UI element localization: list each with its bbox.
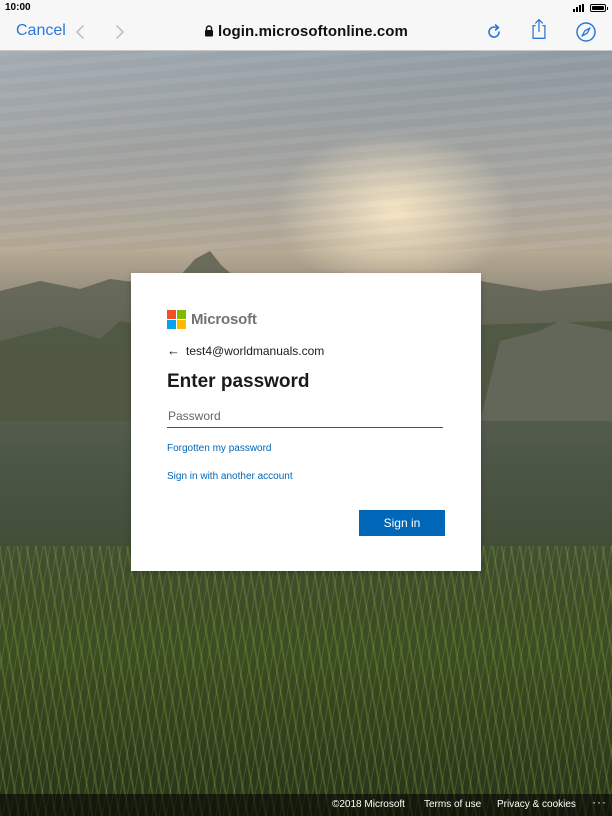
microsoft-logo: Microsoft	[167, 309, 445, 329]
forgot-password-link[interactable]: Forgotten my password	[167, 443, 445, 454]
page-title: Enter password	[167, 371, 310, 392]
signin-card: Microsoft ← test4@worldmanuals.com Enter…	[131, 273, 481, 571]
logo-square-green	[177, 309, 186, 319]
other-account-link[interactable]: Sign in with another account	[167, 471, 445, 482]
privacy-link[interactable]: Privacy & cookies	[497, 799, 576, 810]
grass-foreground	[0, 546, 612, 816]
address-bar[interactable]: login.microsoftonline.com	[0, 23, 612, 40]
account-email: test4@worldmanuals.com	[186, 343, 325, 358]
lock-icon	[204, 25, 213, 37]
compass-icon[interactable]	[575, 21, 597, 43]
battery-icon	[590, 4, 608, 12]
logo-square-blue	[167, 319, 176, 329]
account-identity: ← test4@worldmanuals.com	[167, 343, 445, 358]
logo-square-yellow	[177, 319, 186, 329]
password-input[interactable]	[167, 404, 443, 428]
sign-in-button[interactable]: Sign in	[359, 510, 445, 536]
footer: ©2018 Microsoft Terms of use Privacy & c…	[0, 794, 612, 816]
status-bar: 10:00	[0, 0, 612, 16]
reload-icon[interactable]	[483, 21, 505, 43]
signal-strength-icon	[573, 4, 584, 12]
microsoft-wordmark: Microsoft	[191, 310, 257, 328]
browser-toolbar: Cancel login.microsoftonline.com	[0, 16, 612, 51]
microsoft-logo-icon	[167, 309, 186, 329]
terms-link[interactable]: Terms of use	[424, 799, 481, 810]
copyright-text: ©2018 Microsoft	[332, 799, 405, 810]
logo-square-red	[167, 309, 176, 319]
status-time: 10:00	[5, 2, 31, 13]
back-arrow-icon[interactable]: ←	[167, 343, 180, 358]
share-icon[interactable]	[528, 18, 550, 40]
more-options-icon[interactable]: ···	[592, 795, 607, 809]
url-text: login.microsoftonline.com	[217, 23, 408, 40]
